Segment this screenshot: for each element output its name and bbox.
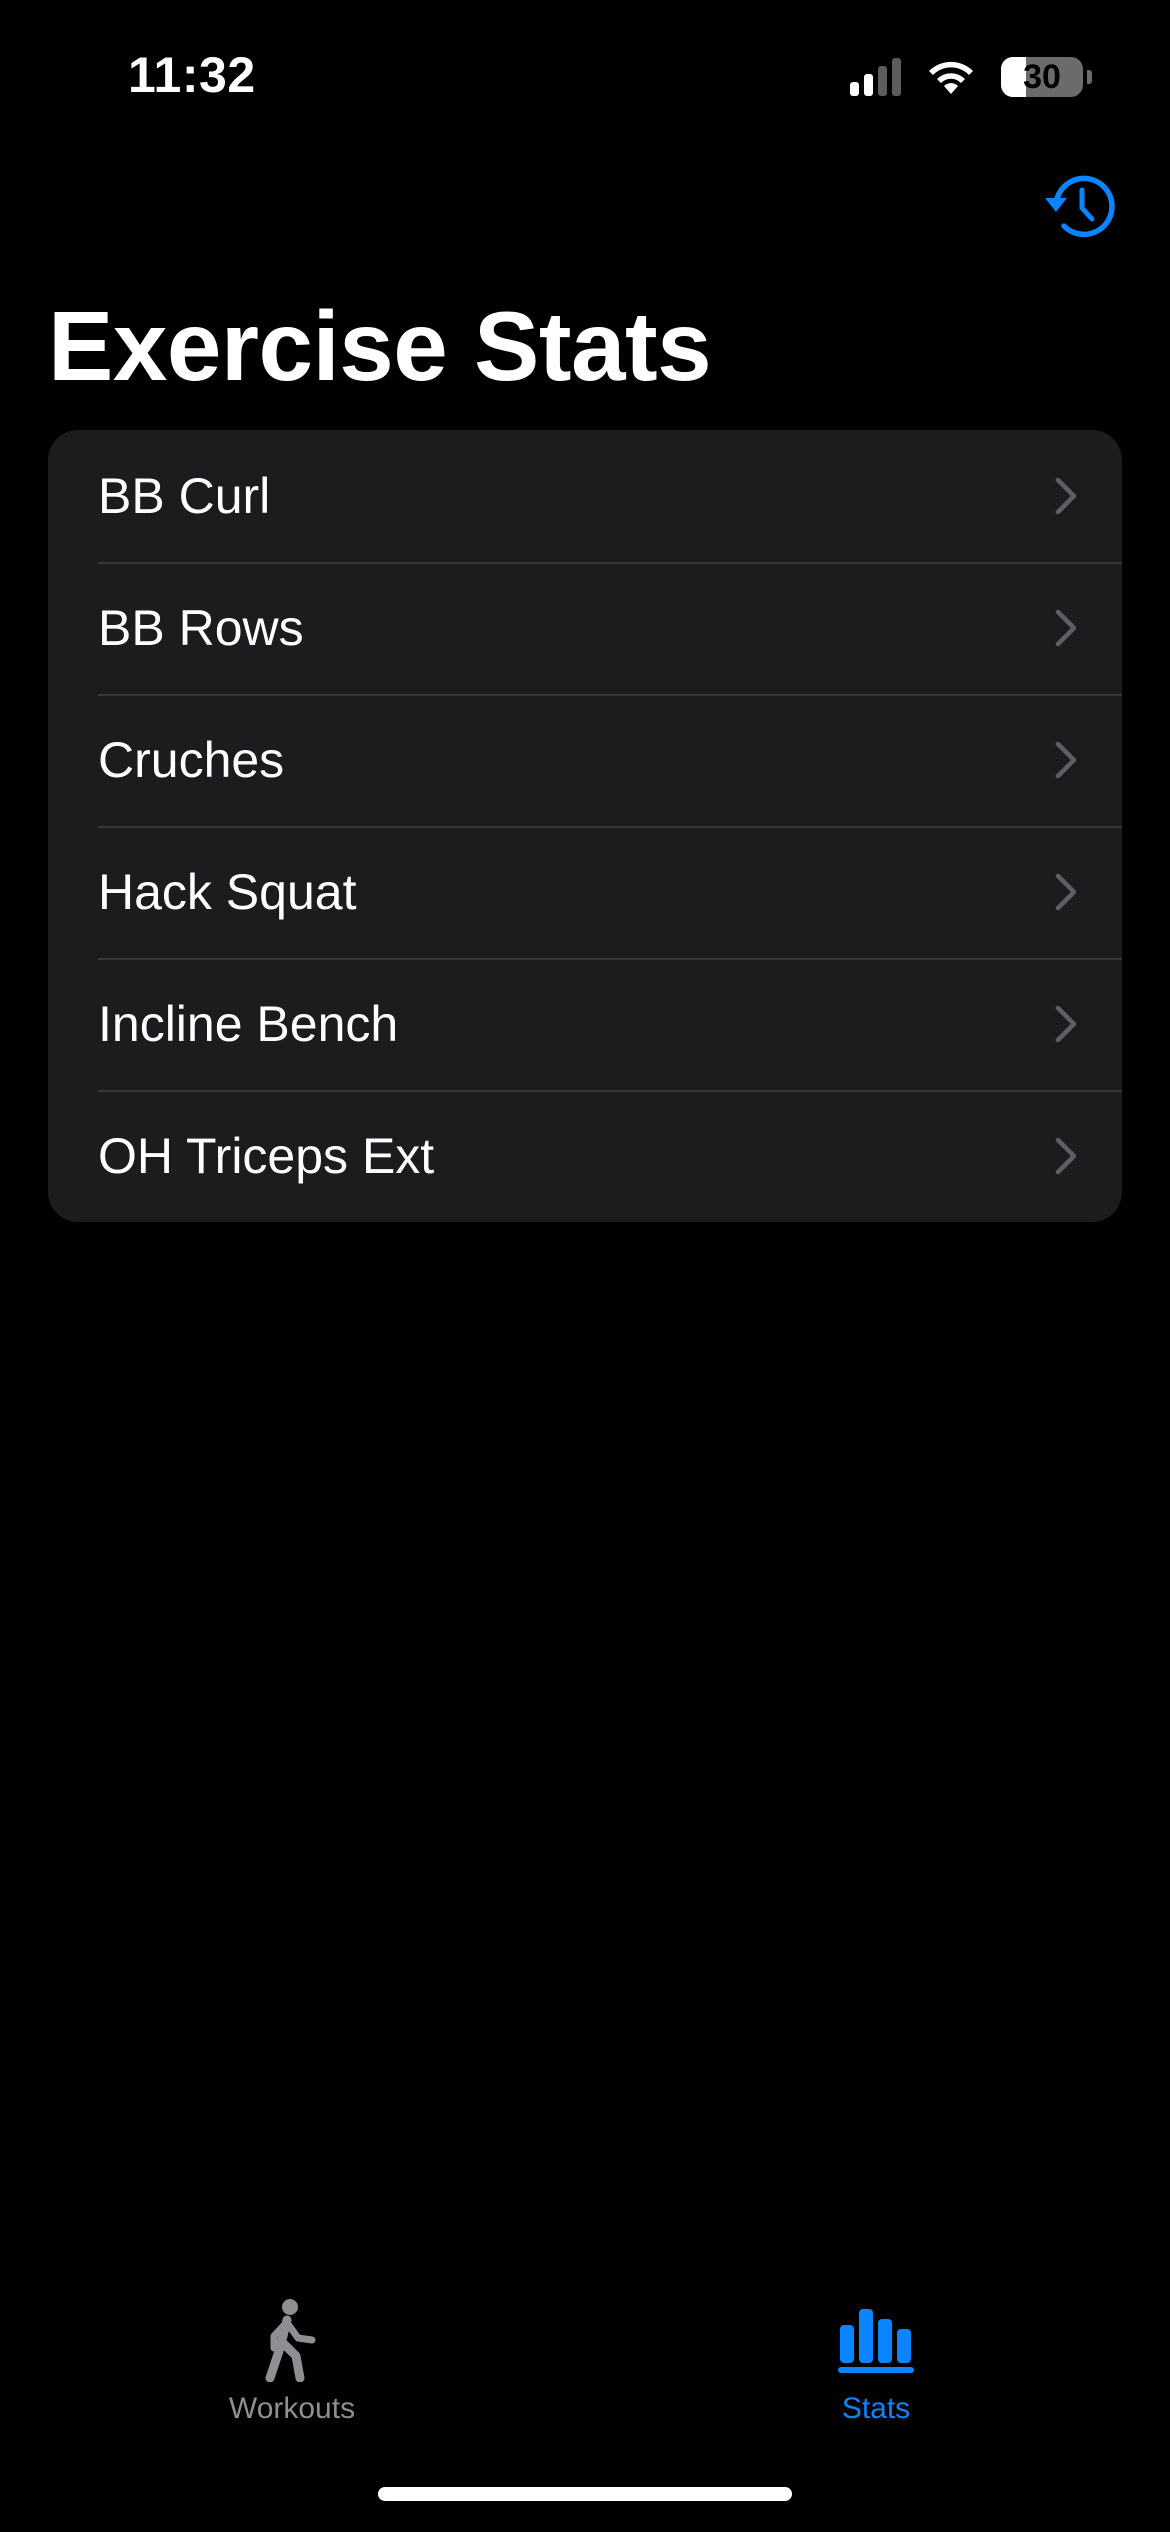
tab-label: Stats — [841, 2392, 911, 2425]
chart-bar-icon — [838, 2309, 914, 2373]
list-item-bb-curl[interactable]: BB Curl — [48, 430, 1122, 562]
tab-bar: Workouts Stats — [0, 2280, 1170, 2440]
chevron-right-icon — [1055, 1137, 1077, 1175]
page-title: Exercise Stats — [48, 291, 712, 401]
list-item-bb-rows[interactable]: BB Rows — [48, 562, 1122, 694]
home-indicator[interactable] — [378, 2487, 792, 2501]
list-item-label: Hack Squat — [98, 864, 357, 920]
chevron-right-icon — [1055, 477, 1077, 515]
status-icons: 30 — [850, 52, 1092, 102]
list-item-cruches[interactable]: Cruches — [48, 694, 1122, 826]
list-item-incline-bench[interactable]: Incline Bench — [48, 958, 1122, 1090]
chevron-right-icon — [1055, 741, 1077, 779]
cellular-signal-icon — [850, 58, 901, 96]
chevron-right-icon — [1055, 1005, 1077, 1043]
history-button[interactable] — [1040, 170, 1120, 244]
list-item-hack-squat[interactable]: Hack Squat — [48, 826, 1122, 958]
list-item-label: BB Rows — [98, 600, 304, 656]
wifi-icon — [929, 61, 973, 94]
list-item-label: Incline Bench — [98, 996, 399, 1052]
chevron-right-icon — [1055, 609, 1077, 647]
figure-walk-icon — [265, 2299, 316, 2382]
status-time: 11:32 — [128, 47, 256, 103]
tab-icon-container — [260, 2294, 324, 2386]
tab-stats[interactable]: Stats — [746, 2294, 1006, 2426]
chevron-right-icon — [1055, 873, 1077, 911]
list-item-label: OH Triceps Ext — [98, 1128, 435, 1184]
clock-arrow-circlepath-icon — [1045, 175, 1115, 238]
tab-icon-container — [836, 2294, 916, 2386]
list-item-oh-triceps-ext[interactable]: OH Triceps Ext — [48, 1090, 1122, 1222]
tab-workouts[interactable]: Workouts — [162, 2294, 422, 2426]
battery-percent: 30 — [1023, 57, 1061, 96]
battery-icon: 30 — [1001, 57, 1083, 97]
tab-label: Workouts — [228, 2392, 356, 2425]
list-item-label: BB Curl — [98, 468, 271, 524]
exercise-list: BB Curl BB Rows Cruches Hack Squat Incli… — [48, 430, 1122, 1222]
list-item-label: Cruches — [98, 732, 285, 788]
battery-nub — [1087, 70, 1092, 84]
